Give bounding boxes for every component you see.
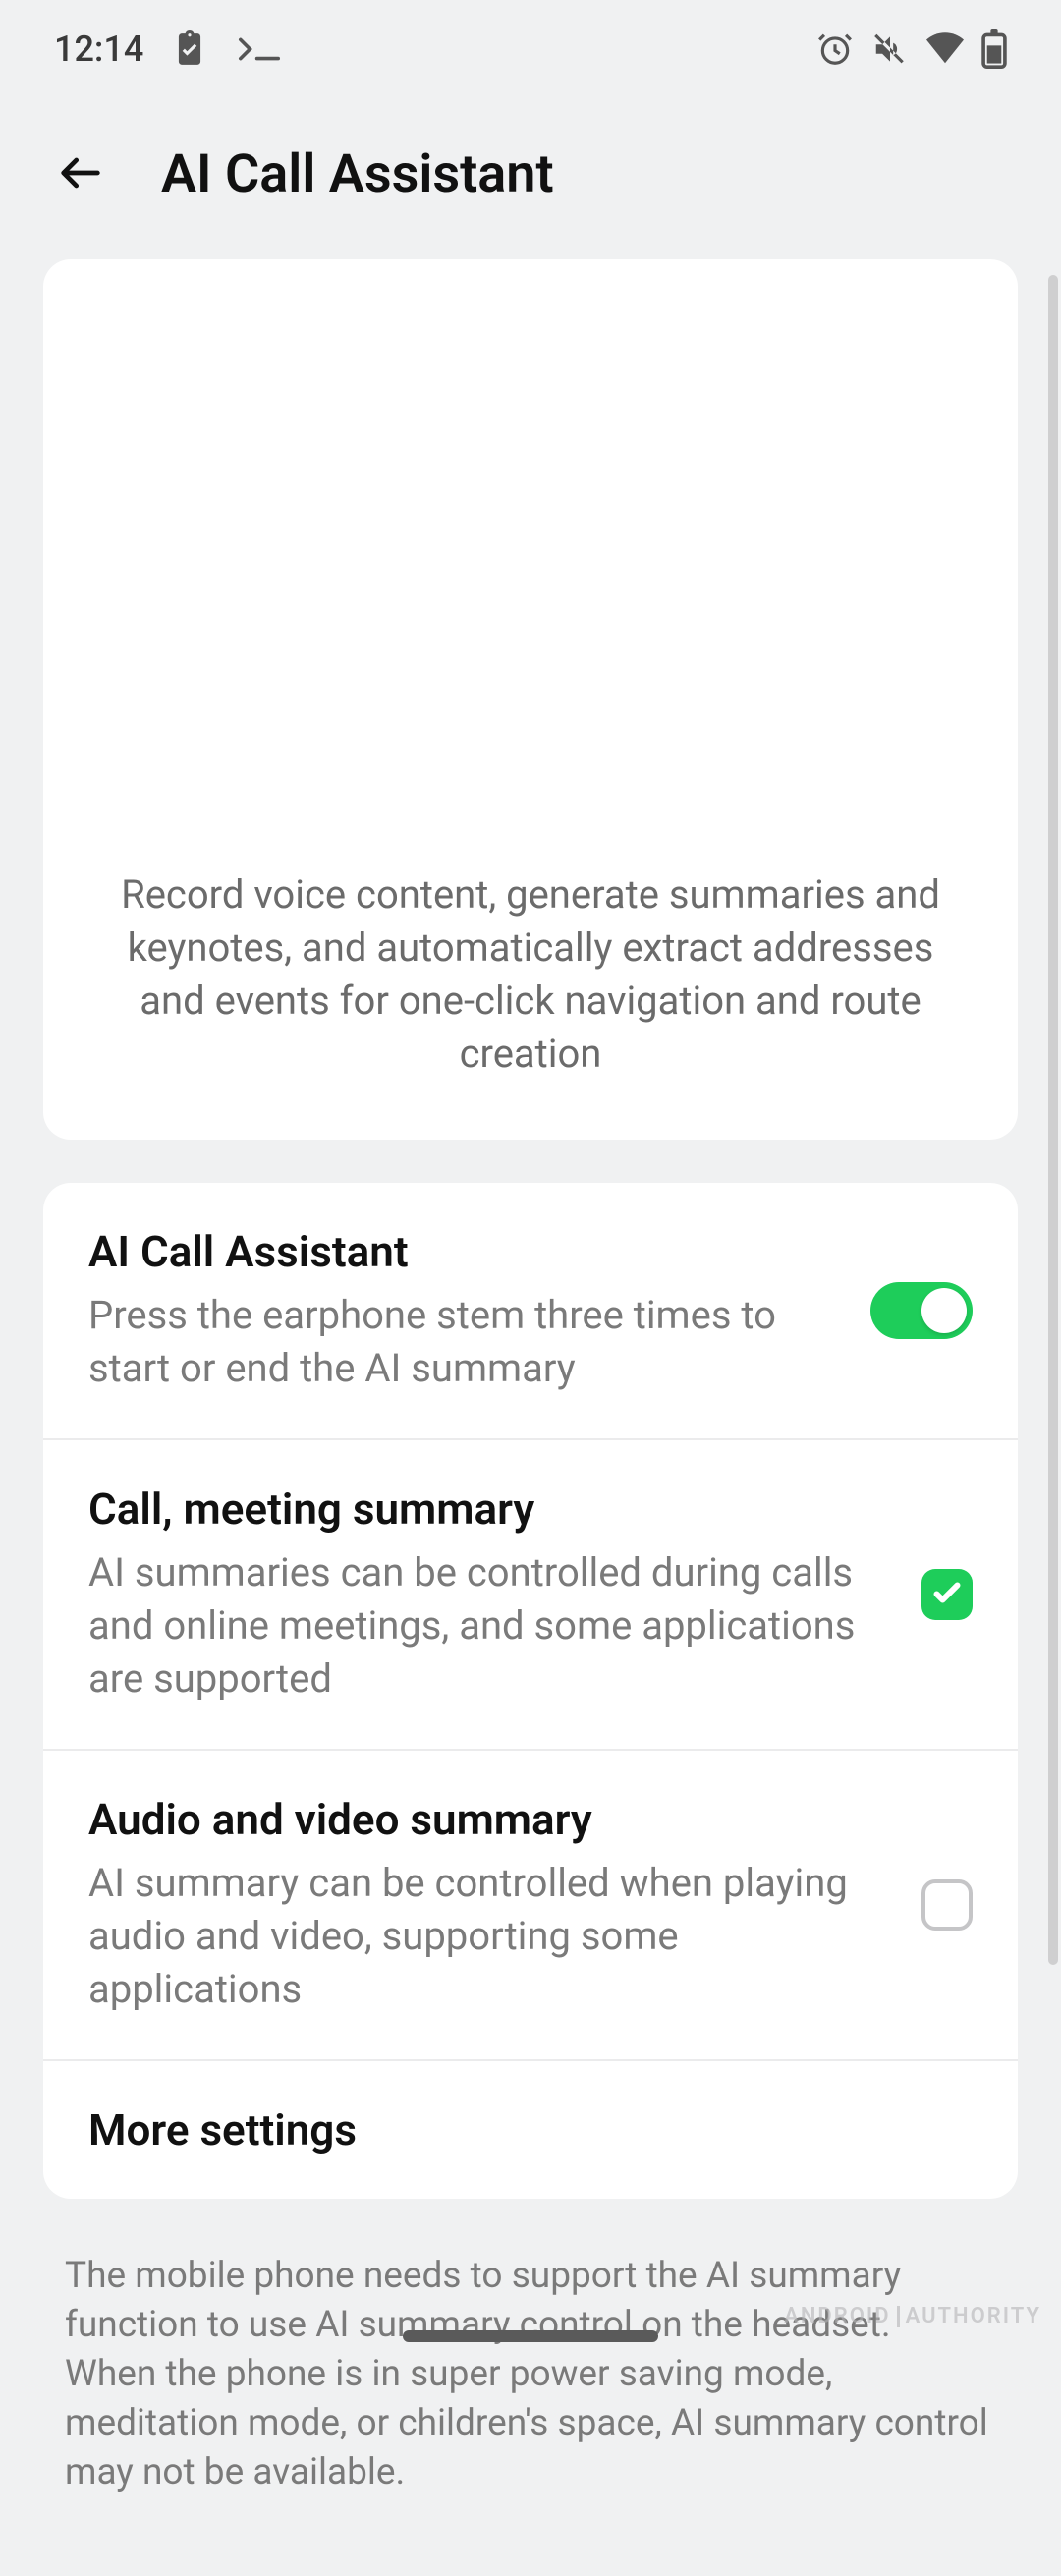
status-right — [816, 29, 1007, 69]
intro-text: Record voice content, generate summaries… — [92, 868, 969, 1081]
setting-desc: AI summaries can be controlled during ca… — [88, 1546, 890, 1706]
setting-more-settings[interactable]: More settings — [43, 2059, 1018, 2199]
setting-call-meeting-summary[interactable]: Call, meeting summary AI summaries can b… — [43, 1438, 1018, 1749]
clipboard-check-icon — [171, 30, 208, 68]
setting-title: Audio and video summary — [88, 1794, 890, 1845]
setting-desc: AI summary can be controlled when playin… — [88, 1857, 890, 2016]
setting-title: More settings — [88, 2104, 973, 2156]
arrow-left-icon — [55, 147, 106, 201]
page-title: AI Call Assistant — [161, 143, 554, 205]
gesture-nav-pill[interactable] — [403, 2330, 658, 2342]
watermark: ANDROIDAUTHORITY — [784, 2304, 1041, 2328]
intro-illustration-placeholder — [92, 299, 969, 868]
mute-icon — [871, 30, 909, 68]
status-bar: 12:14 — [0, 0, 1061, 98]
terminal-icon — [236, 30, 283, 68]
checkbox-call-meeting-summary[interactable] — [921, 1569, 973, 1620]
wifi-icon — [926, 30, 964, 68]
footer-note: The mobile phone needs to support the AI… — [0, 2242, 1061, 2576]
battery-icon — [981, 29, 1007, 69]
settings-card: AI Call Assistant Press the earphone ste… — [43, 1183, 1018, 2199]
status-time: 12:14 — [54, 28, 143, 70]
setting-title: AI Call Assistant — [88, 1226, 839, 1277]
setting-desc: Press the earphone stem three times to s… — [88, 1289, 839, 1395]
setting-ai-call-assistant[interactable]: AI Call Assistant Press the earphone ste… — [43, 1183, 1018, 1438]
back-button[interactable] — [49, 142, 112, 205]
page-header: AI Call Assistant — [0, 98, 1061, 259]
toggle-ai-call-assistant[interactable] — [870, 1282, 973, 1339]
checkbox-audio-video-summary[interactable] — [921, 1879, 973, 1931]
scrollbar[interactable] — [1048, 275, 1058, 1965]
setting-title: Call, meeting summary — [88, 1484, 890, 1535]
alarm-icon — [816, 30, 854, 68]
check-icon — [929, 1575, 965, 1614]
setting-audio-video-summary[interactable]: Audio and video summary AI summary can b… — [43, 1749, 1018, 2059]
intro-card: Record voice content, generate summaries… — [43, 259, 1018, 1140]
status-left: 12:14 — [54, 28, 283, 70]
